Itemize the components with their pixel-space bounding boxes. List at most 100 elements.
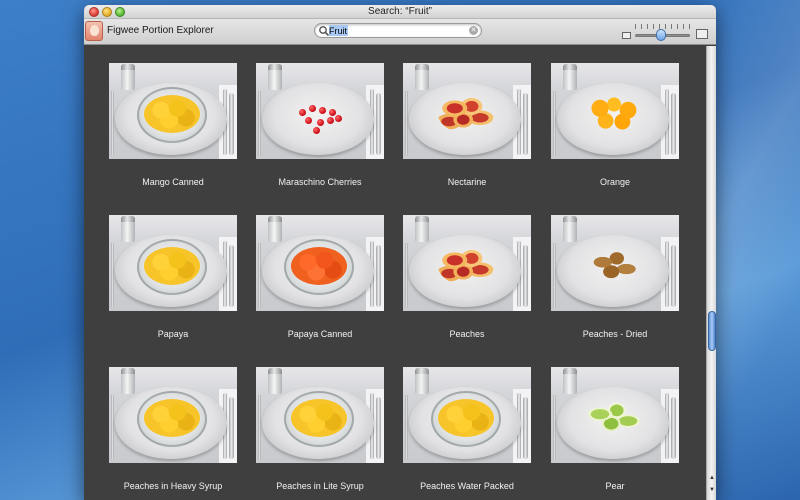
- scroll-down-arrow-icon[interactable]: ▼: [708, 486, 716, 494]
- food-tile[interactable]: Orange: [551, 63, 679, 193]
- fork: [111, 395, 114, 459]
- food-name: Maraschino Cherries: [278, 177, 362, 187]
- food-name: Orange: [599, 177, 631, 187]
- food-portion: [586, 399, 642, 437]
- cherry: [313, 127, 320, 134]
- spoon: [229, 397, 234, 459]
- large-thumbnail-icon[interactable]: [696, 29, 708, 39]
- salt-shaker-cap: [268, 64, 282, 70]
- food-photo[interactable]: [109, 367, 237, 463]
- food-portion: [291, 399, 347, 437]
- food-tile[interactable]: Maraschino Cherries: [256, 63, 384, 193]
- salt-shaker-cap: [563, 368, 577, 374]
- salt-shaker-cap: [121, 64, 135, 70]
- spoon: [523, 93, 528, 155]
- fork: [405, 91, 408, 155]
- food-photo[interactable]: [551, 367, 679, 463]
- spoon: [523, 245, 528, 307]
- food-name: Pear: [605, 481, 625, 491]
- salt-shaker-cap: [268, 368, 282, 374]
- toolbar: Figwee Portion Explorer ✕: [84, 19, 716, 45]
- cherry: [299, 109, 306, 116]
- food-portion: [438, 399, 494, 437]
- search-input[interactable]: [329, 25, 459, 37]
- food-photo[interactable]: [403, 63, 531, 159]
- spoon: [671, 397, 676, 459]
- food-photo[interactable]: [109, 63, 237, 159]
- spoon: [229, 93, 234, 155]
- food-tile[interactable]: Papaya Canned: [256, 215, 384, 345]
- food-photo[interactable]: [403, 215, 531, 311]
- food-name: Papaya Canned: [287, 329, 353, 339]
- food-name: Peaches in Heavy Syrup: [123, 481, 223, 491]
- app-logo-icon: [85, 21, 103, 41]
- app-window: Search: “Fruit” Figwee Portion Explorer …: [84, 5, 716, 500]
- food-name: Nectarine: [447, 177, 487, 187]
- food-portion: [144, 399, 200, 437]
- food-name: Peaches in Lite Syrup: [276, 481, 364, 491]
- food-tile[interactable]: Peaches in Heavy Syrup: [109, 367, 237, 497]
- spoon: [376, 397, 381, 459]
- food-portion: [144, 247, 200, 285]
- title-bar[interactable]: Search: “Fruit”: [84, 5, 716, 19]
- food-portion: [438, 95, 494, 133]
- scroll-thumb[interactable]: [708, 311, 716, 351]
- vertical-scrollbar[interactable]: ▲ ▼: [706, 46, 716, 500]
- fork: [553, 91, 556, 155]
- food-portion: [438, 247, 494, 285]
- search-field[interactable]: ✕: [314, 23, 482, 38]
- food-name: Peaches: [449, 329, 485, 339]
- food-tile[interactable]: Peaches: [403, 215, 531, 345]
- salt-shaker-cap: [563, 216, 577, 222]
- app-name: Figwee Portion Explorer: [107, 25, 214, 36]
- food-tile[interactable]: Papaya: [109, 215, 237, 345]
- zoom-slider-thumb[interactable]: [656, 29, 666, 41]
- fork: [111, 243, 114, 307]
- app-logo-face: [90, 25, 99, 36]
- salt-shaker-cap: [415, 368, 429, 374]
- food-photo[interactable]: [109, 215, 237, 311]
- fork: [258, 395, 261, 459]
- clear-icon[interactable]: ✕: [469, 26, 478, 35]
- food-name: Peaches Water Packed: [420, 481, 514, 491]
- food-tile[interactable]: Peaches in Lite Syrup: [256, 367, 384, 497]
- food-tile[interactable]: Nectarine: [403, 63, 531, 193]
- food-photo[interactable]: [551, 215, 679, 311]
- food-tile[interactable]: Peaches Water Packed: [403, 367, 531, 497]
- fork: [553, 243, 556, 307]
- salt-shaker-cap: [415, 216, 429, 222]
- food-tile[interactable]: Peaches - Dried: [551, 215, 679, 345]
- cherry: [335, 115, 342, 122]
- spoon: [376, 245, 381, 307]
- spoon: [671, 93, 676, 155]
- spoon: [376, 93, 381, 155]
- food-tile[interactable]: Mango Canned: [109, 63, 237, 193]
- salt-shaker-cap: [121, 368, 135, 374]
- food-photo[interactable]: [256, 367, 384, 463]
- fork: [553, 395, 556, 459]
- salt-shaker-cap: [268, 216, 282, 222]
- fork: [258, 243, 261, 307]
- fork: [111, 91, 114, 155]
- scroll-up-arrow-icon[interactable]: ▲: [708, 474, 716, 482]
- food-portion: [291, 247, 347, 285]
- food-photo[interactable]: [256, 63, 384, 159]
- food-portion: [144, 95, 200, 133]
- food-photo[interactable]: [551, 63, 679, 159]
- food-portion: [291, 95, 347, 134]
- small-thumbnail-icon[interactable]: [622, 32, 631, 39]
- fork: [405, 395, 408, 459]
- spoon: [229, 245, 234, 307]
- food-name: Papaya: [157, 329, 189, 339]
- salt-shaker-cap: [563, 64, 577, 70]
- food-grid-view[interactable]: Mango Canned Maraschino Cherries Nectarine…: [84, 46, 706, 500]
- window-title: Search: “Fruit”: [368, 6, 432, 17]
- food-photo[interactable]: [256, 215, 384, 311]
- food-tile[interactable]: Pear: [551, 367, 679, 497]
- cherry: [305, 117, 312, 124]
- cherry: [327, 117, 334, 124]
- spoon: [671, 245, 676, 307]
- cherry: [317, 119, 324, 126]
- food-photo[interactable]: [403, 367, 531, 463]
- spoon: [523, 397, 528, 459]
